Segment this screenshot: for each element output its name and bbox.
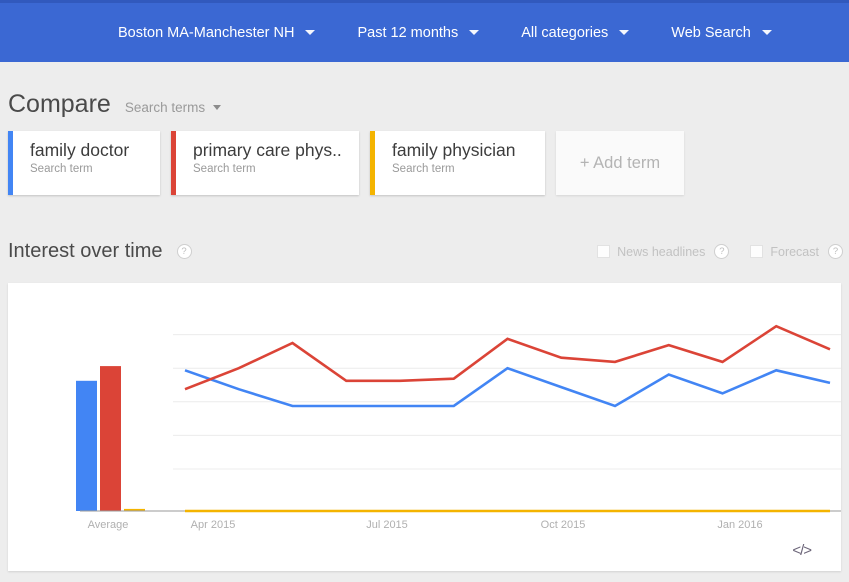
checkbox[interactable] [750,245,764,258]
search-term-card-1[interactable]: family doctor Search term [8,131,160,195]
forecast-label: Forecast [770,244,819,259]
search-term-label: family physician [392,140,516,160]
search-term-label: primary care phys.. [193,140,342,160]
interest-over-time-header: Interest over time ? [8,240,192,263]
forecast-toggle[interactable]: Forecast [750,245,819,259]
interest-over-time-chart[interactable] [8,283,841,531]
search-term-type: Search term [392,163,455,176]
checkbox[interactable] [597,245,611,258]
filter-bar: Boston MA-Manchester NH Past 12 months A… [0,0,849,62]
add-term-button[interactable]: + Add term [556,131,684,195]
filter-category[interactable]: All categories [521,24,630,41]
filter-location-label: Boston MA-Manchester NH [118,24,295,41]
search-term-type: Search term [30,163,93,176]
help-icon[interactable]: ? [714,244,730,259]
search-term-cards: family doctor Search term primary care p… [8,131,684,195]
x-axis-tick-label: Jul 2015 [366,519,408,531]
embed-code-icon[interactable]: </> [792,542,812,559]
filter-time-range-label: Past 12 months [357,24,459,41]
search-term-label: family doctor [30,140,130,160]
chart-series-lines [184,324,831,513]
news-headlines-toggle[interactable]: News headlines [597,245,705,259]
compare-header: Compare Search terms [8,90,222,119]
help-icon[interactable]: ? [828,244,843,259]
chart-average-bars [76,366,145,511]
filter-location[interactable]: Boston MA-Manchester NH [118,24,316,41]
chart-options: News headlines ? Forecast ? [597,244,843,259]
filter-list: Boston MA-Manchester NH Past 12 months A… [118,25,814,41]
section-title: Interest over time [8,240,163,262]
filter-time-range[interactable]: Past 12 months [357,24,480,41]
x-axis-tick-label: Apr 2015 [190,519,236,531]
compare-type-selector[interactable]: Search terms [124,100,222,115]
search-term-card-2[interactable]: primary care phys.. Search term [171,131,359,195]
search-term-card-3[interactable]: family physician Search term [370,131,545,195]
chart-gridlines [173,334,841,470]
chevron-down-icon [469,30,480,35]
chevron-down-icon [213,105,222,110]
search-term-type: Search term [193,163,256,176]
compare-title: Compare [8,90,111,118]
filter-search-type[interactable]: Web Search [671,25,772,41]
chevron-down-icon [761,30,772,35]
help-icon[interactable]: ? [176,244,192,259]
x-axis-tick-label: Jan 2016 [717,519,763,531]
x-axis-tick-label: Average [87,519,129,531]
news-headlines-label: News headlines [617,244,706,259]
compare-type-label: Search terms [124,100,206,115]
filter-category-label: All categories [521,24,609,41]
chart-panel: Average Apr 2015 Jul 2015 Oct 2015 Jan 2016 … [8,283,841,571]
filter-search-type-label: Web Search [671,24,751,41]
chevron-down-icon [619,30,630,35]
chart-x-axis-labels: Average Apr 2015 Jul 2015 Oct 2015 Jan 2016 [8,519,841,543]
chevron-down-icon [305,30,316,35]
x-axis-tick-label: Oct 2015 [540,519,586,531]
